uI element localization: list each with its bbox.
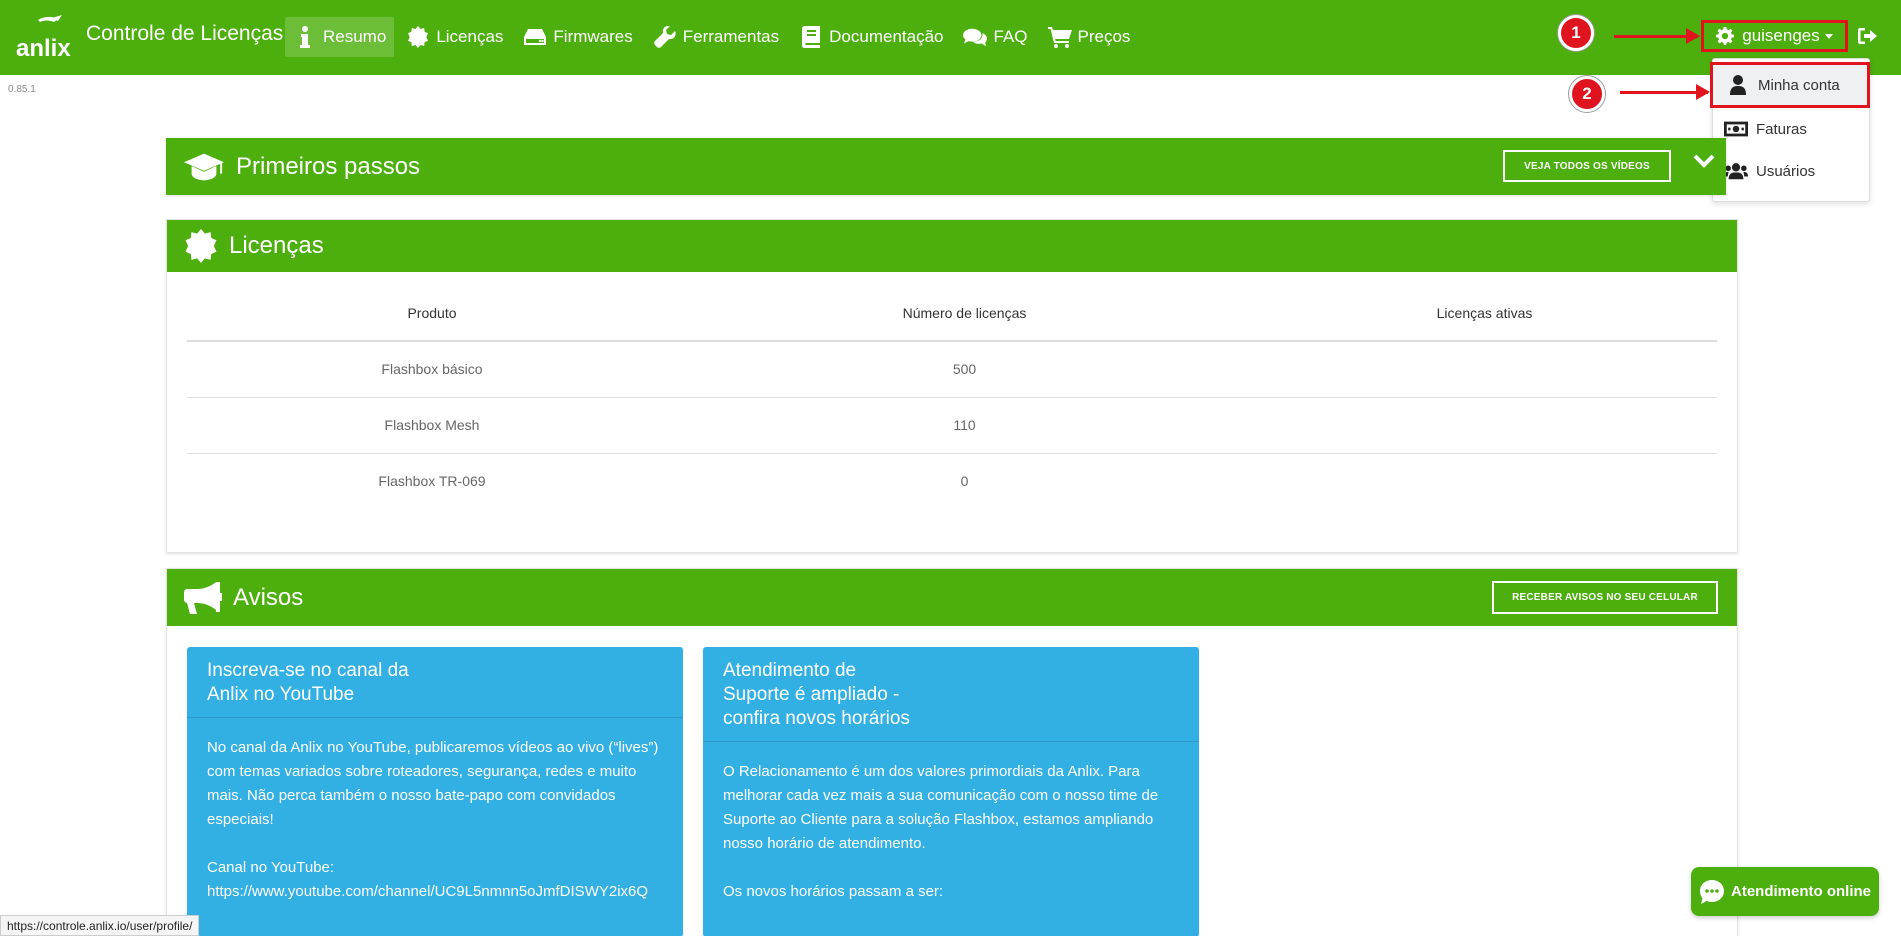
nav-item-faq[interactable]: FAQ — [955, 17, 1035, 57]
receber-avisos-button[interactable]: RECEBER AVISOS NO SEU CELULAR — [1492, 581, 1718, 614]
column-header-numero-licencas: Número de licenças — [677, 286, 1252, 342]
dropdown-item-minha-conta[interactable]: Minha conta — [1710, 62, 1870, 108]
primeiros-passos-title: Primeiros passos — [236, 152, 421, 180]
nav-item-label: Documentação — [829, 27, 944, 46]
callout-arrow-1 — [1614, 28, 1700, 44]
info-icon — [293, 26, 317, 48]
dropdown-item-faturas[interactable]: Faturas — [1713, 109, 1869, 149]
avisos-panel: Avisos RECEBER AVISOS NO SEU CELULAR Ins… — [166, 568, 1738, 936]
youtube-channel-label: Canal no YouTube: — [207, 859, 335, 876]
notice-card-paragraph: No canal da Anlix no YouTube, publicarem… — [207, 739, 659, 828]
primeiros-passos-panel: Primeiros passos VEJA TODOS OS VÍDEOS — [166, 138, 1726, 195]
licencas-header: Licenças — [167, 220, 1737, 272]
nav-item-label: Firmwares — [553, 27, 633, 46]
license-count-cell: 500 — [677, 341, 1252, 398]
step-callout-1: 1 — [1558, 15, 1594, 51]
user-menu-toggle[interactable]: guisenges — [1701, 20, 1848, 52]
card-divider — [703, 741, 1199, 742]
anlix-logo[interactable]: anlix — [16, 14, 76, 62]
comments-icon — [963, 26, 988, 48]
active-licenses-cell — [1252, 341, 1717, 398]
status-bar-url: https://controle.anlix.io/user/profile/ — [0, 915, 200, 936]
graduation-cap-icon — [184, 150, 224, 184]
dropdown-item-label: Usuários — [1756, 162, 1816, 180]
wrench-icon — [653, 26, 677, 48]
active-licenses-cell — [1252, 397, 1717, 454]
cart-icon — [1047, 26, 1072, 48]
nav-item-label: Ferramentas — [682, 27, 780, 46]
column-header-licencas-ativas: Licenças ativas — [1252, 286, 1717, 342]
caret-down-icon — [1824, 33, 1833, 39]
notice-card-body: O Relacionamento é um dos valores primor… — [723, 760, 1185, 904]
notice-card-youtube: Inscreva-se no canal da Anlix no YouTube… — [187, 647, 683, 936]
step-callout-2: 2 — [1569, 76, 1605, 112]
license-count-cell: 0 — [960, 473, 969, 490]
notice-card-title: Atendimento de Suporte é ampliado - conf… — [723, 660, 910, 729]
avisos-header: Avisos RECEBER AVISOS NO SEU CELULAR — [167, 569, 1737, 626]
product-cell: Flashbox Mesh — [187, 397, 677, 454]
notice-card-suporte: Atendimento de Suporte é ampliado - conf… — [703, 647, 1199, 936]
gear-icon — [1716, 27, 1735, 45]
user-dropdown-menu: Minha conta Faturas Usuários — [1710, 58, 1870, 202]
users-icon — [1724, 161, 1748, 181]
logo-text: anlix — [16, 35, 71, 60]
atendimento-online-button[interactable]: Atendimento online — [1691, 867, 1879, 916]
main-nav: Resumo Licenças Firmwares Ferramentas Do… — [285, 17, 1142, 57]
veja-todos-videos-button[interactable]: VEJA TODOS OS VÍDEOS — [1503, 150, 1671, 182]
book-icon — [799, 26, 823, 48]
product-cell: Flashbox TR-069 — [378, 473, 486, 490]
callout-arrow-2 — [1620, 84, 1710, 100]
nav-item-ferramentas[interactable]: Ferramentas — [645, 17, 787, 57]
column-header-produto: Produto — [187, 286, 677, 342]
bullhorn-icon — [183, 581, 223, 615]
chat-bubble-icon — [1700, 879, 1724, 904]
avisos-title: Avisos — [233, 583, 304, 611]
logout-icon[interactable] — [1858, 26, 1878, 46]
app-version: 0.85.1 — [8, 84, 36, 95]
table-row: Flashbox Mesh 110 — [187, 397, 1717, 454]
notice-card-title: Inscreva-se no canal da Anlix no YouTube — [207, 660, 409, 705]
product-cell: Flashbox básico — [187, 341, 677, 398]
active-licenses-cell — [1252, 453, 1717, 509]
nav-item-label: Resumo — [323, 27, 387, 46]
licencas-title: Licenças — [229, 232, 324, 259]
money-icon — [1724, 119, 1748, 139]
nav-item-firmwares[interactable]: Firmwares — [515, 17, 640, 57]
badge-icon — [406, 26, 430, 48]
table-row: Flashbox básico 500 — [187, 341, 1717, 398]
nav-item-label: FAQ — [993, 27, 1028, 46]
table-row: Flashbox TR-069 0 — [187, 453, 1717, 509]
username: guisenges — [1742, 26, 1820, 45]
dropdown-item-usuarios[interactable]: Usuários — [1713, 151, 1869, 191]
license-count-cell: 110 — [677, 397, 1252, 454]
nav-item-licencas[interactable]: Licenças — [398, 17, 511, 57]
table-header-row: Produto Número de licenças Licenças ativ… — [187, 286, 1717, 342]
nav-item-resumo[interactable]: Resumo — [285, 17, 395, 57]
chevron-down-icon[interactable] — [1693, 154, 1715, 173]
user-icon — [1726, 75, 1750, 95]
licenses-table: Produto Número de licenças Licenças ativ… — [187, 286, 1717, 509]
notice-card-body: No canal da Anlix no YouTube, publicarem… — [207, 736, 667, 904]
dropdown-item-label: Minha conta — [1758, 76, 1840, 94]
nav-item-documentacao[interactable]: Documentação — [791, 17, 951, 57]
notice-card-paragraph: Os novos horários passam a ser: — [723, 883, 944, 900]
youtube-channel-link[interactable]: https://www.youtube.com/channel/UC9L5nmn… — [207, 880, 667, 904]
licencas-panel: Licenças Produto Número de licenças Lice… — [166, 219, 1738, 553]
dropdown-item-label: Faturas — [1756, 120, 1807, 138]
hdd-icon — [523, 26, 547, 48]
app-brand-title[interactable]: Controle de Licenças — [86, 22, 283, 46]
chat-button-label: Atendimento online — [1731, 883, 1871, 900]
nav-item-label: Preços — [1077, 27, 1131, 46]
primeiros-passos-header[interactable]: Primeiros passos VEJA TODOS OS VÍDEOS — [166, 138, 1726, 195]
notice-card-paragraph: O Relacionamento é um dos valores primor… — [723, 763, 1159, 852]
nav-item-label: Licenças — [436, 27, 504, 46]
nav-item-precos[interactable]: Preços — [1040, 17, 1139, 57]
card-divider — [187, 717, 683, 718]
badge-icon — [181, 229, 221, 263]
